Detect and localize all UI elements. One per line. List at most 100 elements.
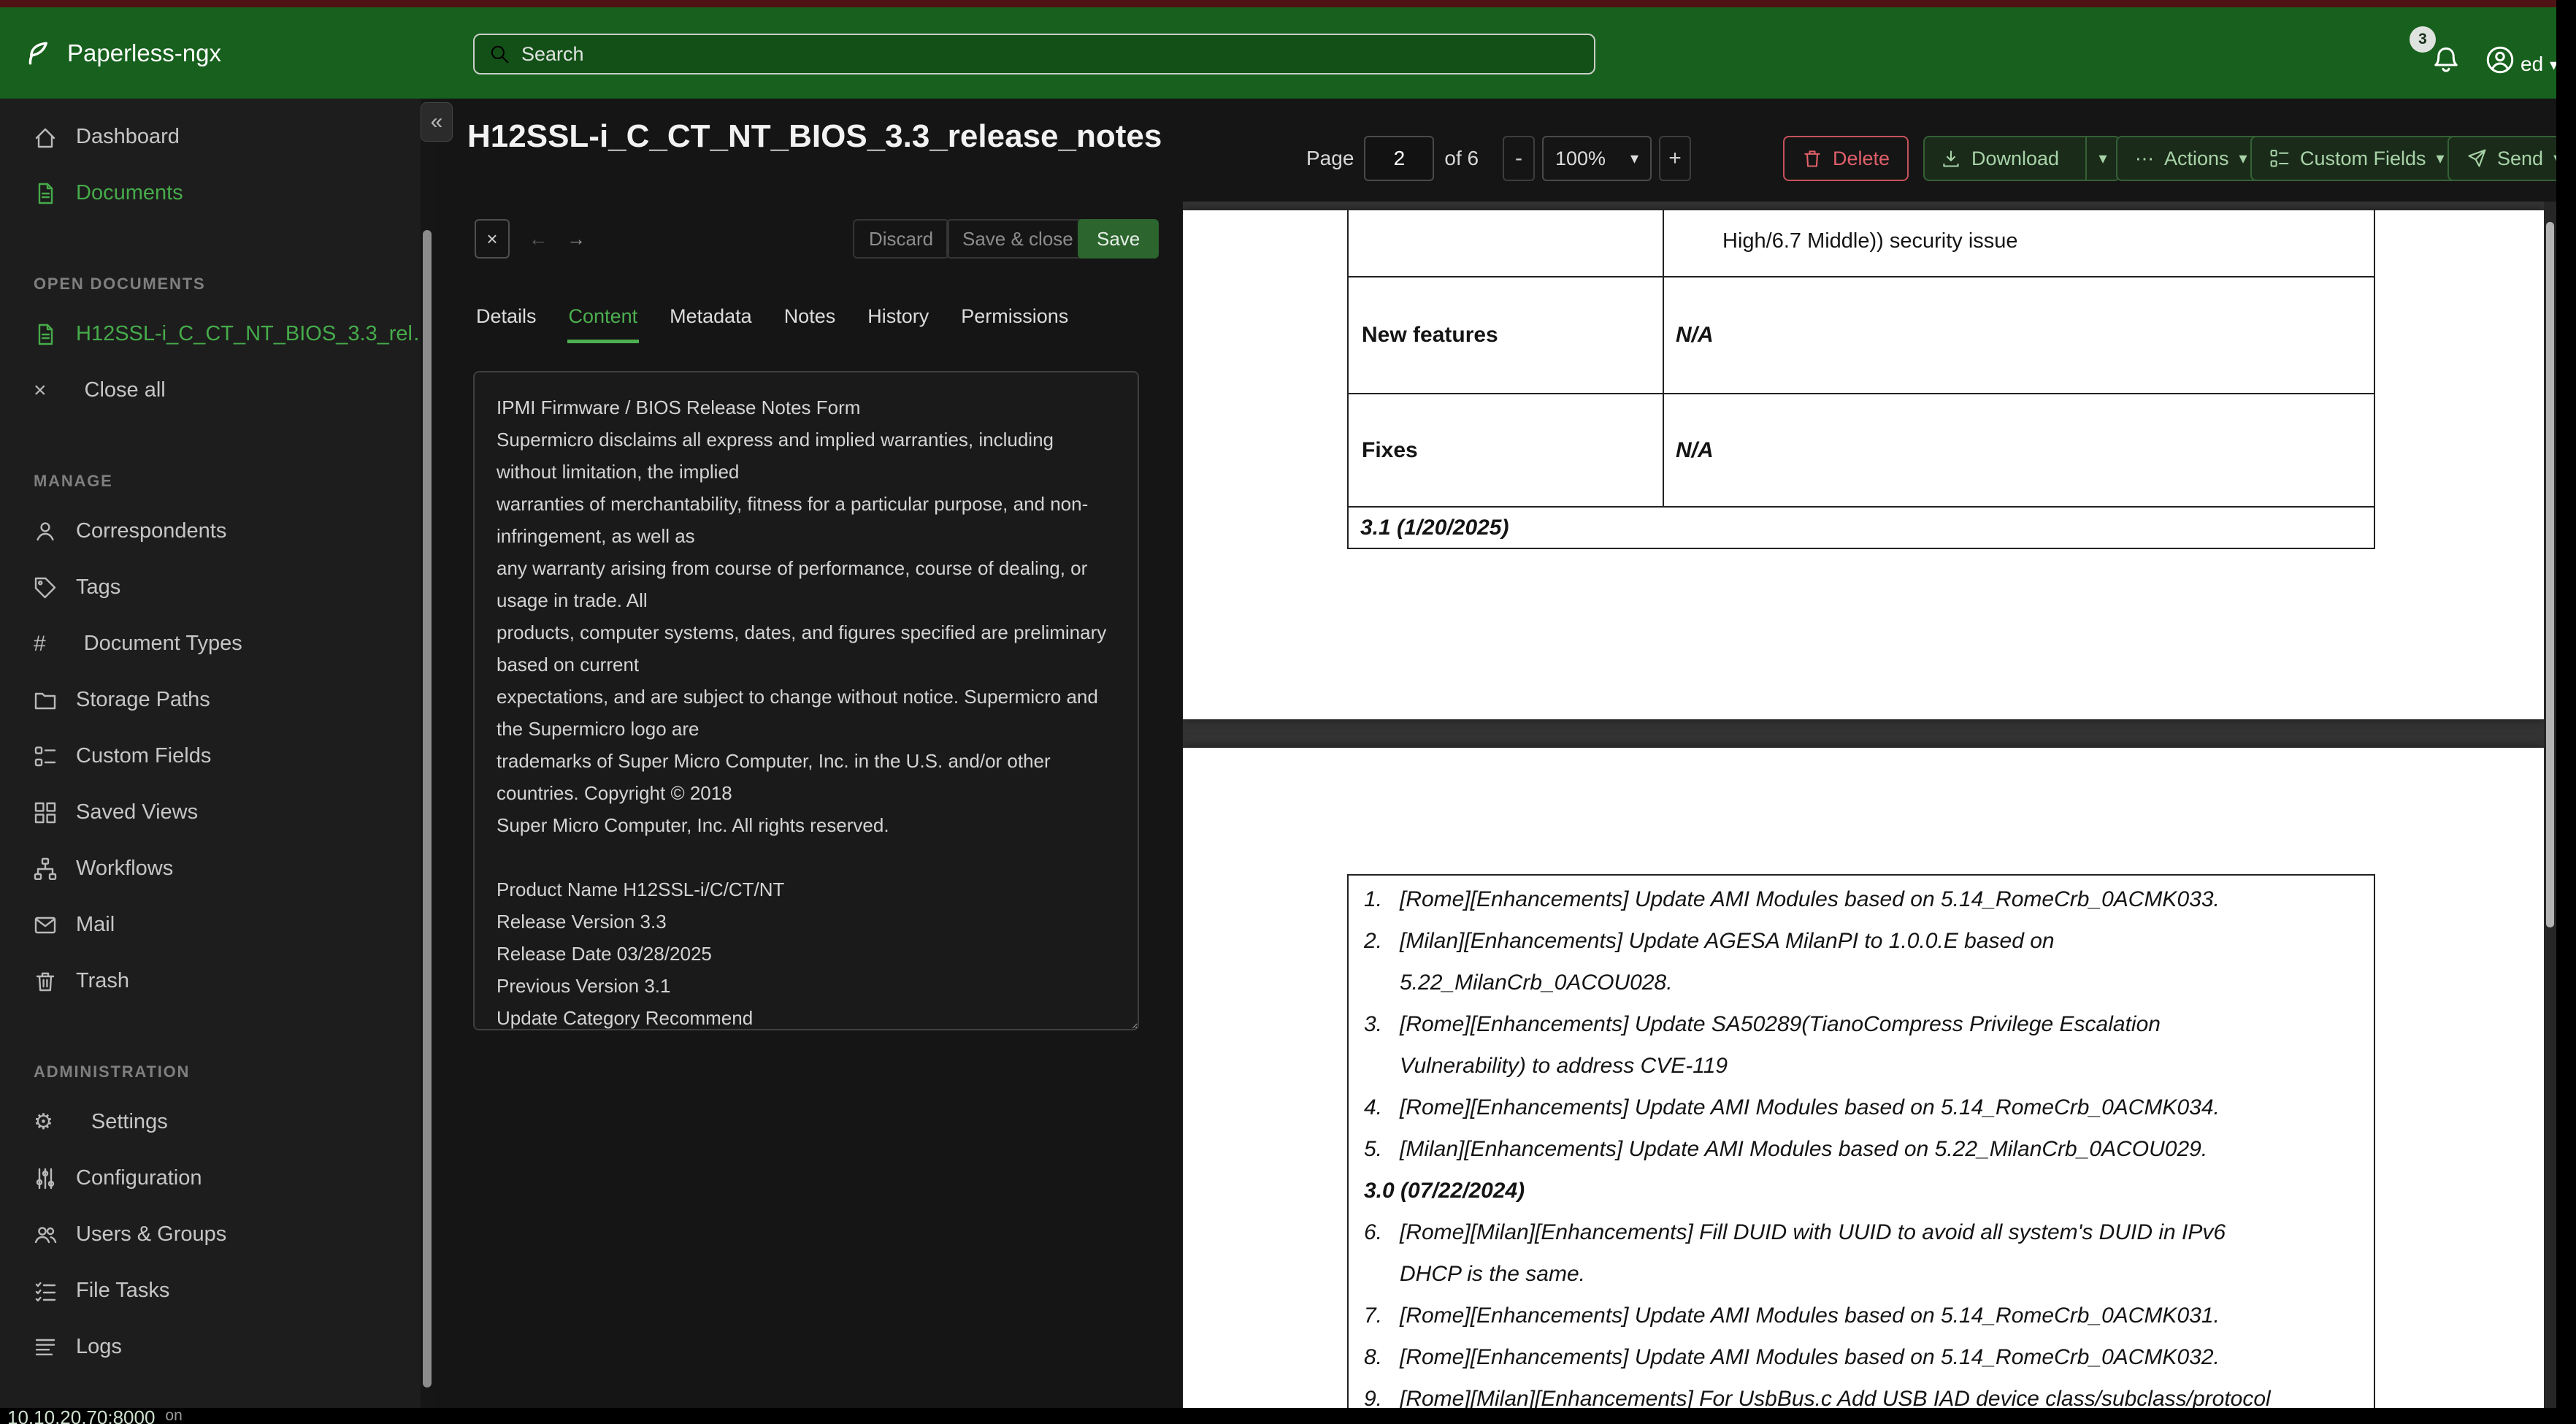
release-notes-table: High/6.7 Middle)) security issue New fea… bbox=[1347, 210, 2375, 549]
page-label: Page bbox=[1306, 147, 1354, 169]
zoom-out-button[interactable]: - bbox=[1503, 136, 1535, 181]
save-and-close-button[interactable]: Save & close bbox=[946, 219, 1089, 259]
arrow-left-icon: ← bbox=[529, 227, 548, 250]
sidebar-item-trash[interactable]: Trash bbox=[0, 953, 434, 1009]
actions-button[interactable]: ⋯ Actions ▾ bbox=[2116, 136, 2266, 181]
status-suffix: on bbox=[165, 1407, 183, 1424]
custom-fields-label: Custom Fields bbox=[2300, 147, 2426, 169]
sidebar-item-label: Mail bbox=[76, 913, 115, 936]
close-document-button[interactable]: × bbox=[475, 219, 510, 259]
file-text-icon bbox=[34, 323, 57, 346]
notifications-bell-icon[interactable] bbox=[2431, 45, 2461, 74]
item-number: 4. bbox=[1364, 1095, 1383, 1119]
sidebar-item-documents[interactable]: Documents bbox=[0, 165, 434, 221]
home-icon bbox=[34, 126, 57, 149]
sidebar-item-workflows[interactable]: Workflows bbox=[0, 841, 434, 897]
sidebar-item-saved-views[interactable]: Saved Views bbox=[0, 784, 434, 841]
tab-permissions[interactable]: Permissions bbox=[959, 298, 1070, 343]
page-number-input[interactable] bbox=[1364, 136, 1435, 181]
next-document-button[interactable]: → bbox=[559, 219, 593, 259]
zoom-level-select[interactable]: 100% ▾ bbox=[1542, 136, 1652, 181]
sidebar-item-label: Custom Fields bbox=[76, 744, 212, 767]
trash-icon bbox=[1802, 148, 1822, 169]
release-note-item: 7. [Rome][Enhancements] Update AMI Module… bbox=[1349, 1295, 2374, 1336]
item-text: [Rome][Enhancements] Update AMI Modules … bbox=[1400, 1304, 2220, 1328]
manage-header: MANAGE bbox=[34, 472, 113, 490]
actions-label: Actions bbox=[2164, 147, 2229, 169]
sidebar-item-document-types[interactable]: # Document Types bbox=[0, 616, 434, 672]
item-number: 5. bbox=[1364, 1137, 1383, 1161]
list-check-icon bbox=[34, 1279, 57, 1303]
sidebar-scrollbar-thumb[interactable] bbox=[423, 230, 432, 1387]
zoom-in-button[interactable]: + bbox=[1659, 136, 1691, 181]
sidebar-open-document[interactable]: H12SSL-i_C_CT_NT_BIOS_3.3_rel… bbox=[0, 306, 434, 362]
sidebar-item-label: Trash bbox=[76, 969, 130, 992]
tab-notes[interactable]: Notes bbox=[783, 298, 837, 343]
discard-button[interactable]: Discard bbox=[853, 219, 950, 259]
tab-content[interactable]: Content bbox=[567, 298, 640, 343]
sidebar-item-configuration[interactable]: Configuration bbox=[0, 1150, 434, 1206]
sidebar-item-storage-paths[interactable]: Storage Paths bbox=[0, 672, 434, 728]
pdf-page-1: High/6.7 Middle)) security issue New fea… bbox=[1183, 210, 2544, 719]
delete-group: Delete bbox=[1783, 136, 1909, 181]
save-button[interactable]: Save bbox=[1078, 219, 1159, 259]
paperless-logo-icon bbox=[23, 39, 53, 68]
security-issue-cell: High/6.7 Middle)) security issue bbox=[1722, 229, 2018, 253]
download-button[interactable]: Download ▾ bbox=[1923, 136, 2121, 181]
sidebar-item-tags[interactable]: Tags bbox=[0, 559, 434, 616]
sidebar-item-label: File Tasks bbox=[76, 1279, 170, 1302]
ui-checks-icon bbox=[2269, 148, 2290, 169]
delete-button[interactable]: Delete bbox=[1783, 136, 1909, 181]
item-number: 8. bbox=[1364, 1345, 1383, 1369]
sliders-icon bbox=[34, 1167, 57, 1190]
username-label[interactable]: ed bbox=[2521, 53, 2543, 76]
tab-details[interactable]: Details bbox=[475, 298, 538, 343]
ui-checks-icon bbox=[34, 745, 57, 768]
sidebar-item-users-groups[interactable]: Users & Groups bbox=[0, 1206, 434, 1263]
sidebar-item-logs[interactable]: Logs bbox=[0, 1319, 434, 1375]
sidebar-item-label: Tags bbox=[76, 575, 121, 599]
item-number: 7. bbox=[1364, 1304, 1383, 1328]
item-text: [Rome][Enhancements] Update SA50289(Tian… bbox=[1400, 1012, 2161, 1078]
release-note-item: 1. [Rome][Enhancements] Update AMI Module… bbox=[1349, 878, 2374, 920]
sidebar-item-dashboard[interactable]: Dashboard bbox=[0, 109, 434, 165]
close-icon: × bbox=[486, 227, 498, 250]
notification-count-badge[interactable]: 3 bbox=[2410, 26, 2436, 53]
global-search[interactable] bbox=[473, 34, 1595, 74]
item-text: [Milan][Enhancements] Update AMI Modules… bbox=[1400, 1137, 2208, 1161]
sidebar-item-label: Configuration bbox=[76, 1166, 202, 1190]
gear-icon: ⚙ bbox=[34, 1109, 53, 1134]
sidebar-close-all[interactable]: × Close all bbox=[0, 362, 434, 418]
sidebar-item-label: Documents bbox=[76, 181, 183, 204]
search-input[interactable] bbox=[521, 42, 1579, 66]
download-caret-icon[interactable]: ▾ bbox=[2085, 137, 2119, 180]
download-label: Download bbox=[1971, 147, 2060, 169]
content-textarea[interactable]: IPMI Firmware / BIOS Release Notes Form … bbox=[473, 371, 1139, 1030]
version-heading: 3.0 (07/22/2024) bbox=[1364, 1179, 1525, 1203]
tab-history[interactable]: History bbox=[866, 298, 930, 343]
pdf-scrollbar-thumb[interactable] bbox=[2546, 222, 2554, 927]
arrow-right-icon: → bbox=[567, 227, 586, 250]
pdf-preview[interactable]: High/6.7 Middle)) security issue New fea… bbox=[1183, 202, 2544, 1424]
item-text: [Rome][Enhancements] Update AMI Modules … bbox=[1400, 1095, 2220, 1119]
sidebar-item-mail[interactable]: Mail bbox=[0, 897, 434, 953]
tab-metadata[interactable]: Metadata bbox=[668, 298, 754, 343]
sidebar-item-settings[interactable]: ⚙ Settings bbox=[0, 1094, 434, 1150]
custom-fields-button[interactable]: Custom Fields ▾ bbox=[2250, 136, 2464, 181]
sidebar-collapse-button[interactable]: « bbox=[421, 102, 453, 142]
sidebar-item-label: Saved Views bbox=[76, 800, 199, 824]
sidebar-item-file-tasks[interactable]: File Tasks bbox=[0, 1263, 434, 1319]
sidebar-item-correspondents[interactable]: Correspondents bbox=[0, 503, 434, 559]
brand[interactable]: Paperless-ngx bbox=[23, 39, 221, 68]
chevron-double-left-icon: « bbox=[430, 110, 443, 134]
sidebar-item-custom-fields[interactable]: Custom Fields bbox=[0, 728, 434, 784]
item-text: [Rome][Milan][Enhancements] Fill DUID wi… bbox=[1400, 1220, 2226, 1286]
grid-icon bbox=[34, 801, 57, 824]
screen-top-edge bbox=[0, 0, 2576, 7]
file-text-icon bbox=[34, 182, 57, 205]
three-dots-icon: ⋯ bbox=[2135, 148, 2154, 169]
sidebar: Dashboard Documents OPEN DOCUMENTS H12SS… bbox=[0, 99, 434, 1424]
user-avatar-icon[interactable] bbox=[2485, 45, 2515, 74]
previous-document-button[interactable]: ← bbox=[521, 219, 555, 259]
administration-header: ADMINISTRATION bbox=[34, 1063, 191, 1081]
